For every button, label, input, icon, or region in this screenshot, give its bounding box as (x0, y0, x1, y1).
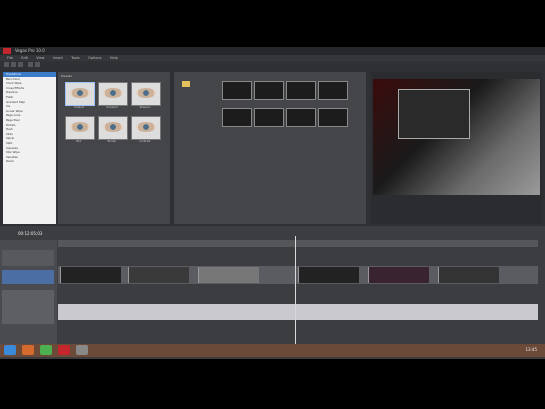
window-title: Vegas Pro 10.0 (15, 48, 45, 53)
preset-thumbnail[interactable] (65, 82, 95, 106)
video-track-header[interactable] (2, 250, 54, 266)
start-button-icon[interactable] (4, 345, 16, 355)
preset-label: Sharpen (139, 106, 151, 109)
project-media-panel (174, 72, 366, 224)
preset-thumbnail[interactable] (131, 116, 161, 140)
vegas-window: Vegas Pro 10.0 File Edit View Insert Too… (0, 47, 545, 359)
media-clip[interactable] (222, 81, 252, 100)
video-preview-panel (371, 72, 542, 224)
eye-image-icon (103, 122, 123, 132)
preset-label: Blur (76, 140, 82, 143)
media-clip[interactable] (318, 108, 348, 127)
presets-header: Presets (61, 74, 72, 78)
timeline-panel: 00:12:05;03 (0, 226, 545, 359)
video-track-header[interactable] (2, 270, 54, 284)
playhead-cursor[interactable] (295, 236, 296, 356)
video-clip[interactable] (438, 267, 499, 283)
timeline-ruler[interactable] (58, 240, 538, 247)
media-clip[interactable] (286, 81, 316, 100)
app-icon[interactable] (76, 345, 88, 355)
preset-label: Gradient (106, 106, 118, 109)
media-clip[interactable] (254, 81, 284, 100)
video-clip[interactable] (128, 267, 189, 283)
preset-label: Contrast (139, 140, 151, 143)
video-track[interactable] (58, 266, 538, 284)
preset-label: Border (107, 140, 117, 143)
timecode-display: 00:12:05;03 (18, 231, 43, 236)
preset-thumbnail[interactable] (65, 116, 95, 140)
tree-item[interactable]: Zoom (6, 159, 56, 164)
preset-label: Default (74, 106, 84, 109)
app-icon[interactable] (58, 345, 70, 355)
preview-overlay-box (398, 89, 470, 139)
toolbar (0, 61, 545, 69)
save-button[interactable] (18, 62, 23, 67)
media-clip[interactable] (286, 108, 316, 127)
media-clip[interactable] (222, 108, 252, 127)
app-logo-icon (3, 48, 11, 54)
eye-image-icon (103, 88, 123, 98)
track-headers (0, 240, 57, 352)
title-bar: Vegas Pro 10.0 (0, 47, 545, 55)
eye-image-icon (70, 122, 90, 132)
effects-presets-panel: Presets Default Gradient Sharpen Blur Bo… (58, 72, 170, 224)
preset-thumbnail[interactable] (131, 82, 161, 106)
preset-thumbnail[interactable] (98, 82, 128, 106)
audio-track-header[interactable] (2, 290, 54, 324)
redo-button[interactable] (35, 62, 40, 67)
new-project-button[interactable] (4, 62, 9, 67)
browser-icon[interactable] (22, 345, 34, 355)
taskbar-clock: 13:45 (525, 347, 537, 352)
media-clip[interactable] (254, 108, 284, 127)
video-clip[interactable] (368, 267, 429, 283)
video-clip[interactable] (60, 267, 121, 283)
video-clip[interactable] (198, 267, 259, 283)
taskbar: 13:45 (0, 344, 545, 357)
video-clip[interactable] (298, 267, 359, 283)
eye-image-icon (136, 88, 156, 98)
transitions-tree: Transitions Barn Door Clock Wipe Cross E… (3, 72, 56, 224)
preset-thumbnail[interactable] (98, 116, 128, 140)
preview-frame (373, 79, 540, 195)
eye-image-icon (70, 88, 90, 98)
eye-image-icon (136, 122, 156, 132)
app-icon[interactable] (40, 345, 52, 355)
media-clip[interactable] (318, 81, 348, 100)
open-button[interactable] (11, 62, 16, 67)
undo-button[interactable] (28, 62, 33, 67)
audio-track[interactable] (58, 304, 538, 320)
folder-icon[interactable] (182, 81, 190, 87)
